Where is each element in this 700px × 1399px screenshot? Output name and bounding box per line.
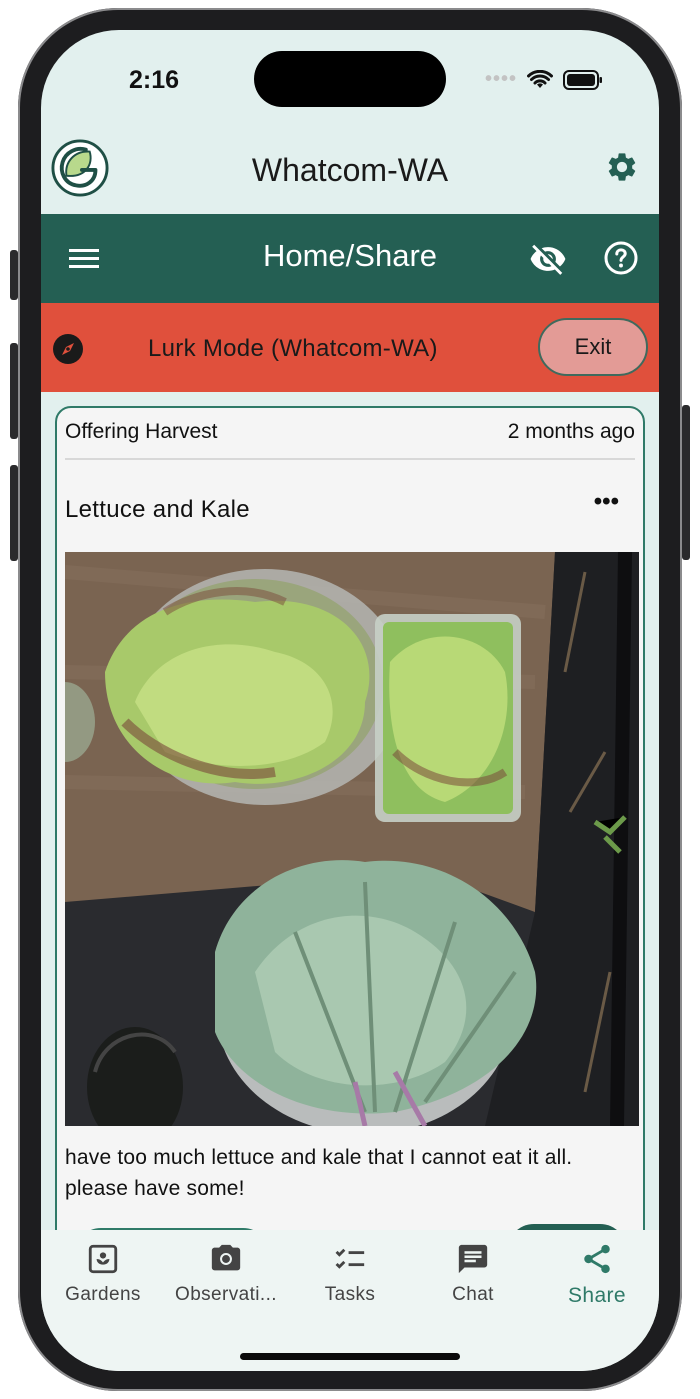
post-time: 2 months ago [507, 420, 635, 443]
tab-label: Observati... [175, 1284, 277, 1305]
garden-icon [88, 1244, 118, 1274]
home-indicator[interactable] [240, 1353, 460, 1360]
wifi-icon [527, 69, 553, 88]
tab-observations[interactable]: Observati... [164, 1242, 288, 1306]
divider [65, 458, 635, 460]
garden-name: Whatcom-WA [251, 152, 449, 188]
screen: 2:16 •••• Whatcom-WA Home/Share Lurk Mod… [41, 30, 659, 1371]
camera-icon [211, 1244, 241, 1271]
tab-label: Gardens [65, 1284, 141, 1305]
exit-button[interactable]: Exit [538, 318, 648, 376]
eye-off-icon[interactable] [529, 240, 567, 278]
tab-tasks[interactable]: Tasks [288, 1242, 412, 1306]
compass-icon [53, 334, 83, 364]
tab-bar: Gardens Observati... Tasks Chat Share [41, 1230, 659, 1371]
lurk-mode-banner: Lurk Mode (Whatcom-WA) Exit [41, 303, 659, 392]
tab-chat[interactable]: Chat [411, 1242, 535, 1306]
post-type: Offering Harvest [65, 420, 218, 443]
tab-label: Chat [452, 1284, 494, 1305]
lurk-mode-text: Lurk Mode (Whatcom-WA) [148, 335, 438, 362]
nav-bar: Home/Share [41, 214, 659, 303]
gear-icon[interactable] [605, 150, 639, 184]
volume-up-button [10, 343, 18, 439]
chat-icon [458, 1244, 488, 1274]
silent-switch [10, 250, 18, 300]
volume-down-button [10, 465, 18, 561]
post-photo[interactable] [65, 552, 639, 1126]
dynamic-island [254, 51, 446, 107]
tab-label: Share [567, 1284, 627, 1307]
status-bar: 2:16 •••• [41, 30, 659, 130]
post-title: Lettuce and Kale [65, 496, 250, 523]
app-header: Whatcom-WA [41, 130, 659, 214]
feed[interactable]: Offering Harvest 2 months ago Lettuce an… [41, 392, 659, 1230]
tab-share[interactable]: Share [535, 1242, 659, 1308]
battery-icon [563, 69, 602, 90]
status-icons: •••• [485, 68, 603, 91]
share-icon [584, 1244, 610, 1274]
post-card[interactable]: Offering Harvest 2 months ago Lettuce an… [55, 406, 645, 1230]
tab-label: Tasks [324, 1284, 376, 1305]
more-options-icon[interactable]: ••• [594, 488, 619, 516]
post-description: have too much lettuce and kale that I ca… [65, 1146, 573, 1200]
tab-gardens[interactable]: Gardens [41, 1242, 165, 1306]
status-time: 2:16 [129, 66, 180, 94]
checklist-icon [335, 1248, 365, 1269]
help-circle-icon[interactable] [603, 240, 639, 276]
cellular-signal-icon: •••• [484, 68, 517, 90]
power-button [682, 405, 690, 560]
